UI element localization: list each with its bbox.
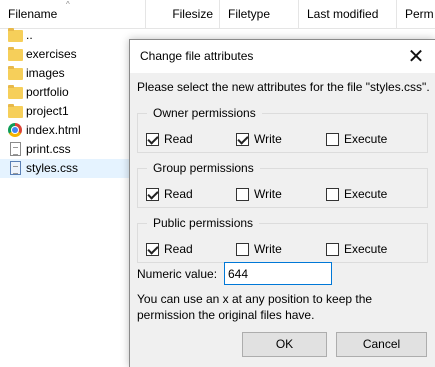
group-read-checkbox[interactable]: Read	[146, 186, 193, 202]
file-row-project1[interactable]: project1	[0, 102, 135, 121]
checkbox-label: Read	[164, 132, 193, 146]
css-file-icon	[8, 142, 23, 157]
chrome-icon	[8, 123, 23, 138]
dialog-prompt: Please select the new attributes for the…	[137, 80, 430, 94]
column-last-modified[interactable]: Last modified	[299, 0, 397, 28]
folder-icon	[8, 47, 23, 62]
folder-icon	[8, 28, 23, 43]
file-name: exercises	[26, 47, 77, 61]
file-name: print.css	[26, 142, 71, 156]
checkbox-checked-icon	[146, 132, 159, 146]
close-button[interactable]: ✕	[403, 44, 429, 70]
file-row-portfolio[interactable]: portfolio	[0, 83, 135, 102]
public-permissions-label: Public permissions	[147, 215, 260, 231]
column-filename[interactable]: Filename ^	[0, 0, 146, 28]
file-row-index-html[interactable]: index.html	[0, 121, 135, 140]
file-row-styles-css[interactable]: styles.css	[0, 159, 135, 178]
column-filetype-label: Filetype	[228, 7, 271, 21]
close-icon: ✕	[407, 46, 425, 68]
checkbox-unchecked-icon	[236, 187, 249, 201]
checkbox-label: Write	[254, 242, 282, 256]
group-execute-checkbox[interactable]: Execute	[326, 186, 387, 202]
checkbox-unchecked-icon	[326, 132, 339, 146]
checkbox-label: Execute	[344, 187, 388, 201]
public-read-checkbox[interactable]: Read	[146, 241, 193, 257]
file-row-parent[interactable]: ..	[0, 26, 135, 45]
group-permissions-label: Group permissions	[147, 160, 260, 176]
column-permissions-label: Perm	[405, 7, 434, 21]
public-execute-checkbox[interactable]: Execute	[326, 241, 387, 257]
folder-icon	[8, 104, 23, 119]
file-row-exercises[interactable]: exercises	[0, 45, 135, 64]
file-name: project1	[26, 104, 69, 118]
file-name: portfolio	[26, 85, 69, 99]
cancel-button[interactable]: Cancel	[336, 332, 427, 357]
checkbox-label: Read	[164, 242, 193, 256]
checkbox-label: Execute	[344, 132, 388, 146]
file-name: index.html	[26, 123, 81, 137]
owner-permissions-label: Owner permissions	[147, 105, 262, 121]
checkbox-checked-icon	[236, 132, 249, 146]
checkbox-label: Write	[254, 132, 282, 146]
file-name: ..	[26, 28, 33, 42]
folder-icon	[8, 85, 23, 100]
owner-execute-checkbox[interactable]: Execute	[326, 131, 387, 147]
checkbox-checked-icon	[146, 187, 159, 201]
column-filesize-label: Filesize	[172, 7, 213, 21]
css-file-icon	[8, 161, 23, 176]
checkbox-unchecked-icon	[326, 187, 339, 201]
folder-icon	[8, 66, 23, 81]
checkbox-unchecked-icon	[236, 242, 249, 256]
numeric-value-input[interactable]	[224, 262, 332, 285]
checkbox-checked-icon	[146, 242, 159, 256]
file-name: images	[26, 66, 65, 80]
checkbox-label: Write	[254, 187, 282, 201]
file-list-header: Filename ^ Filesize Filetype Last modifi…	[0, 0, 435, 29]
dialog-titlebar[interactable]: Change file attributes ✕	[130, 40, 435, 73]
checkbox-label: Read	[164, 187, 193, 201]
column-filename-label: Filename	[8, 7, 58, 21]
file-row-images[interactable]: images	[0, 64, 135, 83]
file-row-print-css[interactable]: print.css	[0, 140, 135, 159]
group-permissions-group: Group permissions Read Write Execute	[137, 160, 428, 208]
group-write-checkbox[interactable]: Write	[236, 186, 282, 202]
numeric-value-label: Numeric value:	[137, 267, 218, 281]
owner-read-checkbox[interactable]: Read	[146, 131, 193, 147]
dialog-title: Change file attributes	[140, 49, 254, 63]
ok-button[interactable]: OK	[242, 332, 327, 357]
public-permissions-group: Public permissions Read Write Execute	[137, 215, 428, 263]
sort-ascending-icon: ^	[66, 0, 70, 9]
hint-text: You can use an x at any position to keep…	[137, 292, 373, 322]
cancel-button-label: Cancel	[362, 337, 401, 351]
file-name: styles.css	[26, 161, 79, 175]
checkbox-label: Execute	[344, 242, 388, 256]
owner-write-checkbox[interactable]: Write	[236, 131, 282, 147]
column-permissions[interactable]: Perm	[397, 0, 435, 28]
ok-button-label: OK	[275, 337, 294, 351]
column-filesize[interactable]: Filesize	[146, 0, 220, 28]
public-write-checkbox[interactable]: Write	[236, 241, 282, 257]
column-filetype[interactable]: Filetype	[220, 0, 299, 28]
column-last-modified-label: Last modified	[307, 7, 379, 21]
owner-permissions-group: Owner permissions Read Write Execute	[137, 105, 428, 153]
checkbox-unchecked-icon	[326, 242, 339, 256]
change-file-attributes-dialog: Change file attributes ✕ Please select t…	[129, 39, 435, 367]
